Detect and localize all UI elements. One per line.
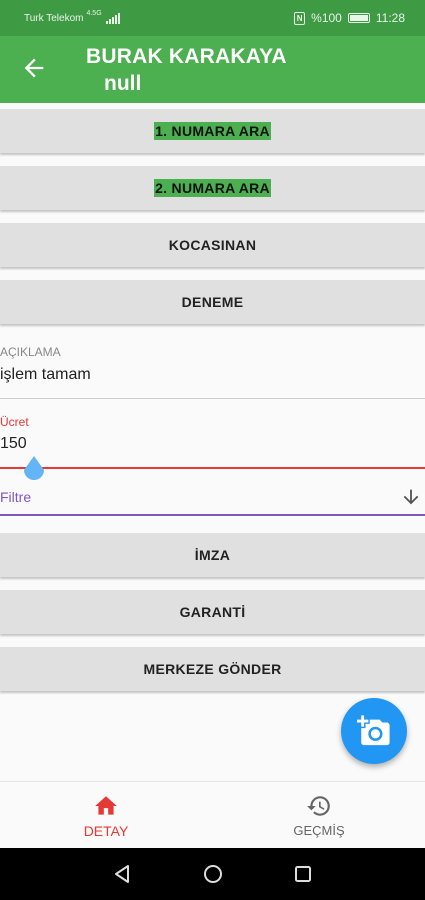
- filtre-underline: [0, 514, 425, 516]
- filtre-label: Filtre: [0, 489, 32, 505]
- network-type: 4.5G: [86, 10, 102, 17]
- deneme-label: DENEME: [181, 294, 244, 310]
- carrier-label: Turk Telekom: [24, 12, 84, 24]
- aciklama-label: AÇIKLAMA: [0, 345, 61, 359]
- ucret-underline: [0, 467, 425, 469]
- aciklama-value[interactable]: işlem tamam: [0, 366, 91, 384]
- call-number-1-button[interactable]: 1. NUMARA ARA: [0, 109, 425, 153]
- deneme-button[interactable]: DENEME: [0, 280, 425, 324]
- clock: 11:28: [375, 11, 405, 25]
- merkeze-gonder-button[interactable]: MERKEZE GÖNDER: [0, 647, 425, 691]
- tab-detay-label: DETAY: [83, 822, 129, 839]
- nav-back-icon[interactable]: [110, 862, 134, 886]
- text-cursor-handle[interactable]: [22, 456, 46, 486]
- page-subtitle: null: [104, 72, 142, 95]
- ucret-value[interactable]: 150: [0, 435, 27, 453]
- status-bar: Turk Telekom 4.5G N %100 11:28: [0, 0, 425, 36]
- add-photo-fab[interactable]: [341, 698, 407, 764]
- battery-icon: [347, 13, 370, 23]
- ucret-label: Ücret: [0, 415, 29, 429]
- tab-gecmis[interactable]: GEÇMİŞ: [213, 782, 425, 849]
- signal-icon: [105, 12, 120, 24]
- imza-label: İMZA: [194, 547, 231, 563]
- kocasinan-button[interactable]: KOCASINAN: [0, 223, 425, 267]
- call-number-2-button[interactable]: 2. NUMARA ARA: [0, 166, 425, 210]
- app-bar: BURAK KARAKAYA null: [0, 36, 425, 103]
- nav-recents-icon[interactable]: [291, 862, 315, 886]
- add-photo-icon: [357, 715, 390, 746]
- history-icon: [307, 796, 330, 816]
- merkeze-gonder-label: MERKEZE GÖNDER: [143, 661, 282, 677]
- back-arrow-icon[interactable]: [20, 54, 48, 82]
- tab-detay[interactable]: DETAY: [0, 782, 212, 849]
- aciklama-underline: [0, 398, 425, 399]
- system-navigation-bar: [0, 848, 425, 900]
- nav-home-icon[interactable]: [201, 862, 225, 886]
- home-icon: [95, 795, 117, 815]
- nfc-icon: N: [294, 11, 306, 25]
- screen: Turk Telekom 4.5G N %100 11:28 BURAK KAR…: [0, 0, 425, 900]
- call-number-2-label: 2. NUMARA ARA: [154, 179, 271, 197]
- call-number-1-label: 1. NUMARA ARA: [154, 122, 271, 140]
- imza-button[interactable]: İMZA: [0, 533, 425, 577]
- tab-gecmis-label: GEÇMİŞ: [293, 823, 345, 838]
- garanti-label: GARANTİ: [179, 604, 246, 620]
- garanti-button[interactable]: GARANTİ: [0, 590, 425, 634]
- bottom-navigation: DETAY GEÇMİŞ: [0, 781, 425, 848]
- kocasinan-label: KOCASINAN: [168, 237, 257, 253]
- arrow-down-icon[interactable]: [400, 486, 422, 508]
- page-title: BURAK KARAKAYA: [86, 45, 287, 68]
- battery-percent: %100: [311, 11, 342, 25]
